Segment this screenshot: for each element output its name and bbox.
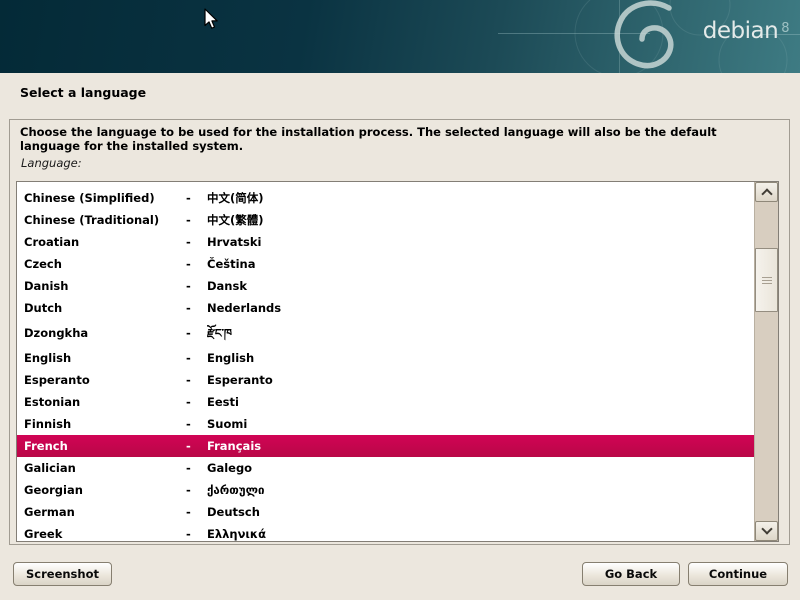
scrollbar-track[interactable] bbox=[755, 202, 778, 521]
scroll-up-button[interactable] bbox=[755, 182, 778, 202]
language-row-german[interactable]: German-Deutsch bbox=[17, 501, 754, 523]
language-row-czech[interactable]: Czech-Čeština bbox=[17, 253, 754, 275]
language-row-croatian[interactable]: Croatian-Hrvatski bbox=[17, 231, 754, 253]
content-frame: Choose the language to be used for the i… bbox=[9, 119, 790, 545]
chevron-down-icon bbox=[761, 523, 772, 534]
language-row-english[interactable]: English-English bbox=[17, 347, 754, 369]
language-row-georgian[interactable]: Georgian-ქართული bbox=[17, 479, 754, 501]
chevron-up-icon bbox=[761, 188, 772, 199]
brand-version: 8 bbox=[781, 21, 789, 36]
language-row-dzongkha[interactable]: Dzongkha-རྫོང་ཁ bbox=[17, 319, 754, 347]
language-row-dutch[interactable]: Dutch-Nederlands bbox=[17, 297, 754, 319]
language-row-finnish[interactable]: Finnish-Suomi bbox=[17, 413, 754, 435]
scrollbar[interactable] bbox=[754, 182, 778, 541]
language-list[interactable]: Chinese (Simplified)-中文(简体)Chinese (Trad… bbox=[16, 181, 779, 542]
language-row-galician[interactable]: Galician-Galego bbox=[17, 457, 754, 479]
language-row-esperanto[interactable]: Esperanto-Esperanto bbox=[17, 369, 754, 391]
language-row-danish[interactable]: Danish-Dansk bbox=[17, 275, 754, 297]
language-field-label: Language: bbox=[21, 156, 82, 170]
header-banner: debian8 bbox=[0, 0, 800, 73]
language-row-chinese-traditional[interactable]: Chinese (Traditional)-中文(繁體) bbox=[17, 209, 754, 231]
brand-name: debian bbox=[703, 18, 778, 44]
go-back-button[interactable]: Go Back bbox=[582, 562, 680, 586]
continue-button[interactable]: Continue bbox=[688, 562, 788, 586]
scrollbar-thumb[interactable] bbox=[755, 248, 778, 312]
language-row-chinese-simplified[interactable]: Chinese (Simplified)-中文(简体) bbox=[17, 187, 754, 209]
scroll-down-button[interactable] bbox=[755, 521, 778, 541]
screenshot-button[interactable]: Screenshot bbox=[13, 562, 112, 586]
language-row-french[interactable]: French-Français bbox=[17, 435, 754, 457]
page-title: Select a language bbox=[20, 85, 146, 100]
debian-swirl-logo bbox=[0, 0, 800, 73]
language-row-greek[interactable]: Greek-Ελληνικά bbox=[17, 523, 754, 541]
instruction-text: Choose the language to be used for the i… bbox=[20, 125, 754, 153]
installer-window: debian8 Select a language Choose the lan… bbox=[0, 0, 800, 600]
brand-wordmark: debian8 bbox=[703, 20, 789, 43]
language-row-estonian[interactable]: Estonian-Eesti bbox=[17, 391, 754, 413]
language-rows: Chinese (Simplified)-中文(简体)Chinese (Trad… bbox=[17, 182, 754, 541]
